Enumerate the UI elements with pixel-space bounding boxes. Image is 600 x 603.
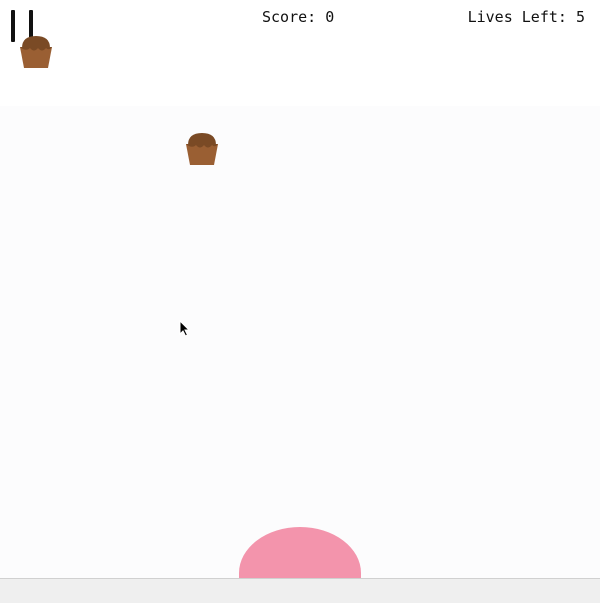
lives-value: 5 (575, 8, 585, 26)
score-value: 0 (325, 8, 335, 26)
mouse-cursor-icon (179, 320, 191, 337)
pause-icon (11, 10, 15, 42)
catcher-player[interactable] (239, 527, 361, 578)
lives-label: Lives Left: (467, 8, 567, 26)
lives-display: Lives Left: 5 (468, 8, 585, 26)
score-label: Score: (262, 8, 317, 26)
score-display: Score: 0 (262, 8, 334, 26)
ground-bar (0, 578, 600, 603)
muffin-icon (186, 133, 218, 165)
muffin-icon (20, 36, 52, 68)
game-canvas[interactable]: Score: 0 Lives Left: 5 (0, 0, 600, 578)
